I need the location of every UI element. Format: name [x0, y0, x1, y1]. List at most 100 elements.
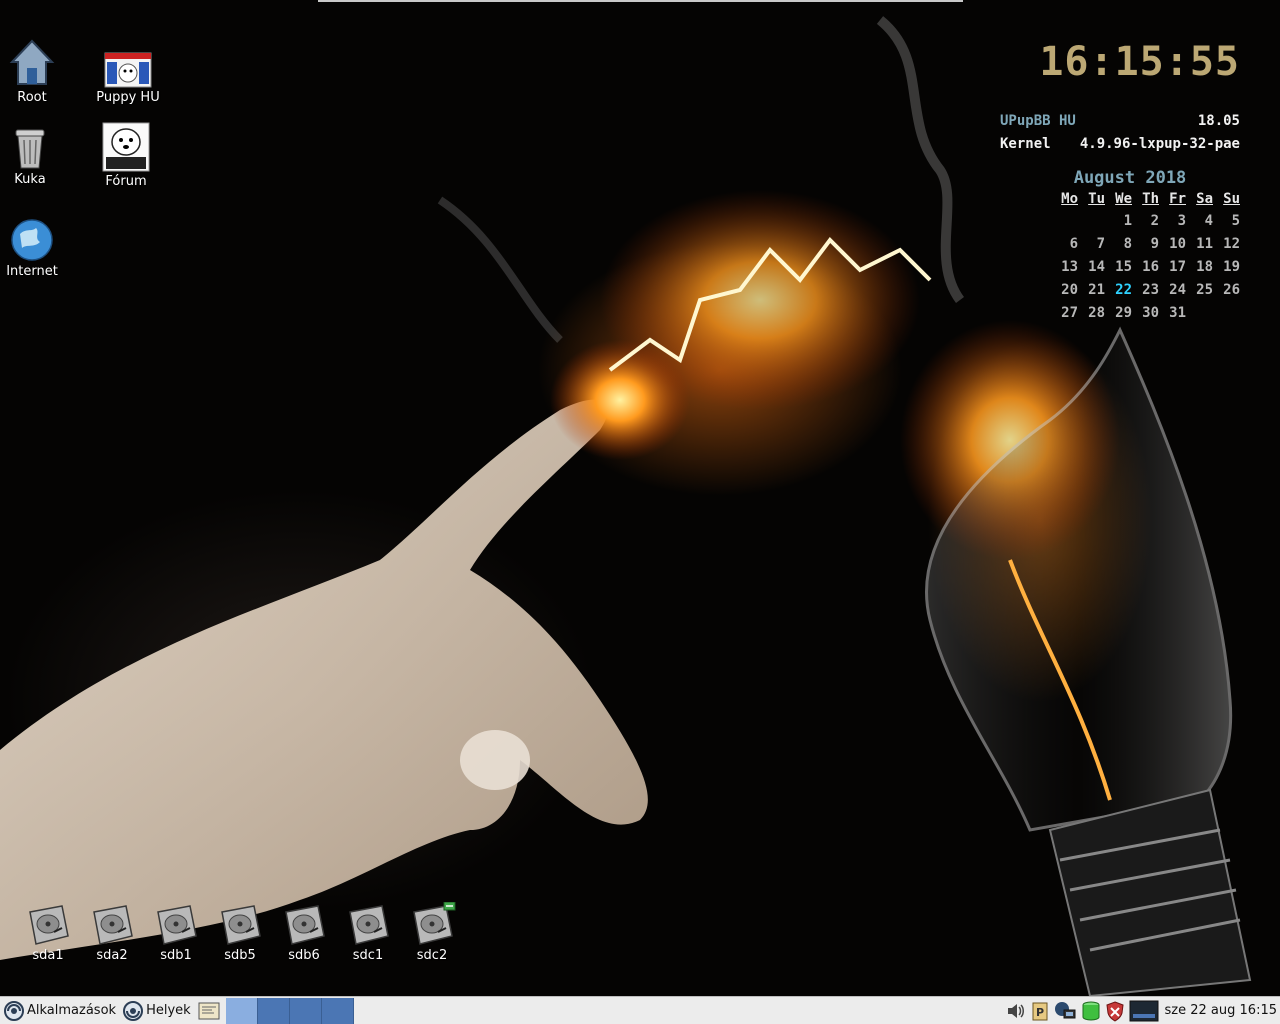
- places-menu-label: Helyek: [146, 1003, 191, 1018]
- clipboard-icon[interactable]: P: [1031, 1001, 1049, 1021]
- workspace-1[interactable]: [225, 997, 258, 1024]
- drive-icon-sdb6[interactable]: sdb6: [272, 902, 336, 963]
- home-icon: [9, 39, 55, 85]
- calendar-blank-cell: [1078, 210, 1105, 233]
- puppy-hu-logo-icon: [104, 52, 152, 88]
- desktop-icon-label: Puppy HU: [96, 90, 160, 105]
- calendar-day-cell: 14: [1088, 259, 1105, 275]
- drive-label: sdb1: [160, 948, 192, 963]
- drive-status-icon[interactable]: [1081, 1001, 1101, 1021]
- calendar-day-cell: 31: [1169, 305, 1186, 321]
- drive-icon-sda1[interactable]: sda1: [16, 902, 80, 963]
- calendar-day-header: Tu: [1088, 191, 1105, 207]
- calendar-day-header: Su: [1223, 191, 1240, 207]
- firewall-shield-icon[interactable]: [1105, 1000, 1125, 1022]
- desktop-icon-forum[interactable]: Fórum: [90, 122, 162, 189]
- calendar-day-header: Mo: [1061, 191, 1078, 207]
- conky-kernel-row: Kernel 4.9.96-lxpup-32-pae: [1000, 133, 1240, 156]
- calendar-day-cell: 15: [1115, 259, 1132, 275]
- calendar-day-cell: 1: [1123, 213, 1132, 229]
- places-menu-icon: [123, 1000, 144, 1021]
- workspace-pager: [225, 997, 354, 1024]
- calendar-day-cell: 18: [1196, 259, 1213, 275]
- drive-label: sda2: [96, 948, 128, 963]
- tray-clock[interactable]: sze 22 aug 16:15: [1165, 1003, 1277, 1018]
- screen-icon[interactable]: [1129, 1000, 1159, 1022]
- workspace-3[interactable]: [289, 997, 322, 1024]
- hard-drive-icon: [349, 905, 389, 945]
- drive-icons: sda1 sda2 sdb1 sdb5 sdb6 sdc1 sdc2: [16, 902, 464, 963]
- calendar-grid: Mo Tu We Th Fr Sa Su 1 2 3 4 5 6 7 8 9 10 11 12 13 14 15 16 17 1…: [1000, 188, 1240, 325]
- desktop-icon-root[interactable]: Root: [0, 38, 68, 105]
- conky-clock: 16:15:55: [1039, 39, 1240, 85]
- calendar-today-cell: 22: [1115, 282, 1132, 298]
- calendar-day-cell: 13: [1061, 259, 1078, 275]
- workspace-2[interactable]: [257, 997, 290, 1024]
- calendar-day-cell: 16: [1142, 259, 1159, 275]
- svg-text:P: P: [1036, 1006, 1044, 1019]
- calendar-day-cell: 21: [1088, 282, 1105, 298]
- calendar-day-cell: 20: [1061, 282, 1078, 298]
- calendar-day-cell: 7: [1096, 236, 1105, 252]
- calendar-day-header: Fr: [1169, 191, 1186, 207]
- desktop-icon-label: Internet: [6, 264, 58, 279]
- calendar-day-cell: 29: [1115, 305, 1132, 321]
- desktop-icon-trash[interactable]: Kuka: [0, 124, 66, 187]
- calendar-day-cell: 17: [1169, 259, 1186, 275]
- places-menu-button[interactable]: Helyek: [119, 998, 194, 1024]
- drive-icon-sda2[interactable]: sda2: [80, 902, 144, 963]
- hard-drive-icon: [285, 905, 325, 945]
- workspace-4[interactable]: [321, 997, 354, 1024]
- calendar-day-cell: 10: [1169, 236, 1186, 252]
- drive-label: sdb5: [224, 948, 256, 963]
- calendar-day-cell: 24: [1169, 282, 1186, 298]
- applications-menu-icon: [4, 1000, 24, 1021]
- drive-icon-sdc2[interactable]: sdc2: [400, 902, 464, 963]
- desktop-icon-internet[interactable]: Internet: [0, 218, 68, 279]
- calendar-day-header: We: [1115, 191, 1132, 207]
- calendar-day-cell: 9: [1150, 236, 1159, 252]
- hard-drive-icon: [93, 905, 133, 945]
- calendar-day-cell: 12: [1223, 236, 1240, 252]
- applications-menu-button[interactable]: Alkalmazások: [0, 998, 119, 1024]
- hard-drive-icon: [29, 905, 69, 945]
- drive-label: sdb6: [288, 948, 320, 963]
- conky-distro-row: UPupBB HU 18.05: [1000, 110, 1240, 133]
- show-desktop-icon[interactable]: [198, 1001, 220, 1021]
- desktop-icon-label: Kuka: [14, 172, 46, 187]
- desktop-icon-label: Fórum: [105, 174, 147, 189]
- hard-drive-icon: [413, 902, 456, 945]
- calendar-day-cell: 26: [1223, 282, 1240, 298]
- drive-icon-sdb5[interactable]: sdb5: [208, 902, 272, 963]
- drive-icon-sdb1[interactable]: sdb1: [144, 902, 208, 963]
- taskbar: Alkalmazások Helyek P sze 22 aug 16:15: [0, 996, 1280, 1024]
- system-tray: P sze 22 aug 16:15: [1003, 997, 1280, 1024]
- globe-icon: [11, 219, 53, 261]
- calendar-day-cell: 25: [1196, 282, 1213, 298]
- calendar-blank-cell: [1051, 210, 1078, 233]
- calendar-day-cell: 6: [1069, 236, 1078, 252]
- calendar-day-cell: 27: [1061, 305, 1078, 321]
- drive-label: sda1: [32, 948, 64, 963]
- calendar: August 2018 Mo Tu We Th Fr Sa Su 1 2 3 4 5 6 7 8 9 10 11 1…: [1000, 168, 1240, 325]
- conky-distro-version: 18.05: [1197, 113, 1240, 129]
- calendar-day-cell: 4: [1204, 213, 1213, 229]
- desktop[interactable]: Root Puppy HU Kuka Fórum Internet 16:15:…: [0, 0, 1280, 996]
- calendar-day-cell: 8: [1123, 236, 1132, 252]
- network-icon[interactable]: [1053, 1001, 1077, 1021]
- calendar-day-cell: 11: [1196, 236, 1213, 252]
- desktop-icon-puppy-hu[interactable]: Puppy HU: [92, 52, 164, 105]
- calendar-day-header: Sa: [1196, 191, 1213, 207]
- conky-kernel-version: 4.9.96-lxpup-32-pae: [1079, 136, 1240, 152]
- calendar-day-cell: 28: [1088, 305, 1105, 321]
- trash-icon: [15, 129, 45, 169]
- drive-label: sdc2: [416, 948, 448, 963]
- drive-label: sdc1: [352, 948, 384, 963]
- hard-drive-icon: [221, 905, 261, 945]
- conky-kernel-label: Kernel: [1000, 136, 1051, 152]
- drive-icon-sdc1[interactable]: sdc1: [336, 902, 400, 963]
- calendar-title: August 2018: [1073, 168, 1187, 188]
- volume-icon[interactable]: [1005, 1001, 1027, 1021]
- conky-distro-label: UPupBB HU: [1000, 113, 1076, 129]
- puppy-linux-forum-icon: [102, 122, 150, 172]
